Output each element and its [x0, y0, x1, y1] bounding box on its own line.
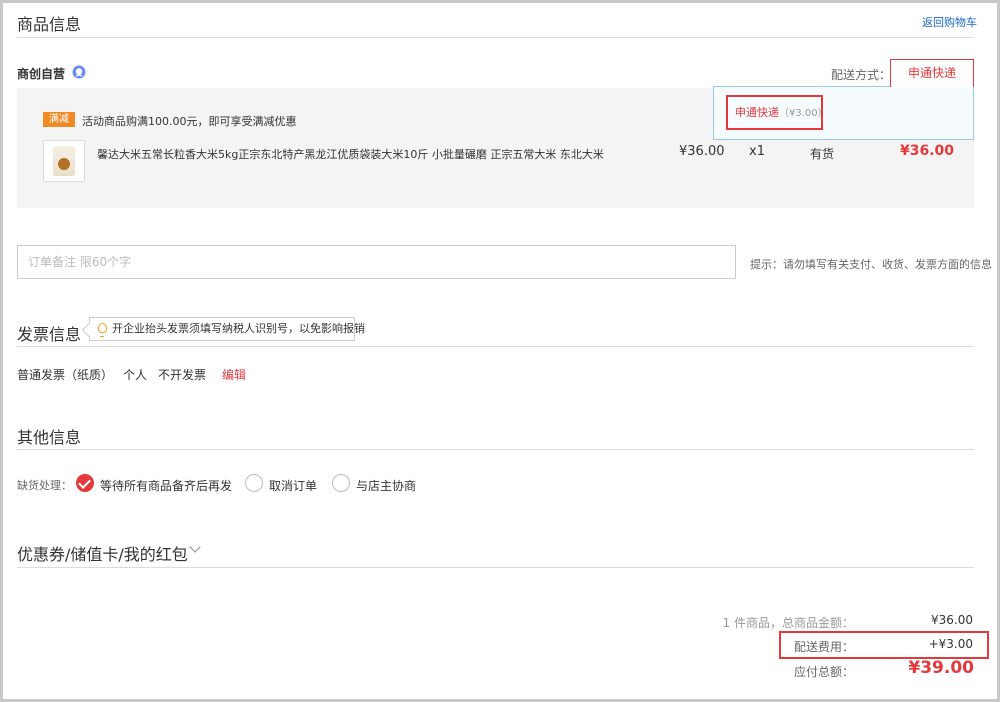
summary-total-value: ¥39.00: [908, 658, 974, 678]
stockout-option-negotiate-radio[interactable]: [332, 474, 350, 492]
coupons-toggle[interactable]: 优惠券/储值卡/我的红包: [17, 541, 188, 565]
invoice-header: 个人: [123, 368, 148, 382]
shipping-method-button[interactable]: 申通快递: [890, 59, 974, 87]
invoice-type: 普通发票（纸质）: [17, 368, 114, 382]
invoice-tip: 开企业抬头发票须填写纳税人识别号，以免影响报销: [89, 317, 365, 341]
product-title[interactable]: 馨达大米五常长粒香大米5kg正宗东北特产黑龙江优质袋装大米10斤 小批量碾磨 正…: [97, 146, 604, 162]
invoice-section-title: 发票信息: [17, 325, 82, 344]
lightbulb-icon: [98, 323, 107, 337]
divider: [17, 567, 974, 568]
divider: [17, 346, 974, 347]
stockout-option-wait-label[interactable]: 等待所有商品备齐后再发: [100, 477, 232, 494]
summary-items-label: 1 件商品，总商品金额：: [722, 616, 854, 630]
back-to-cart-link[interactable]: 返回购物车: [922, 14, 977, 30]
stockout-option-negotiate-label[interactable]: 与店主协商: [356, 477, 416, 494]
other-section-title: 其他信息: [17, 428, 82, 447]
summary-shipping-label: 配送费用：: [793, 640, 854, 654]
shipping-option-price: （¥3.00）: [779, 108, 828, 119]
invoice-edit-link[interactable]: 编辑: [222, 366, 246, 383]
stockout-label: 缺货处理：: [17, 479, 72, 492]
product-quantity: x1: [749, 144, 765, 159]
product-price: ¥36.00: [679, 144, 725, 159]
shipping-label: 配送方式：: [831, 68, 892, 82]
shipping-option[interactable]: 申通快递（¥3.00）: [726, 95, 828, 130]
invoice-content: 不开发票: [158, 368, 207, 382]
chat-icon[interactable]: [72, 65, 86, 79]
divider: [17, 449, 974, 450]
divider: [17, 37, 974, 38]
product-thumbnail[interactable]: [43, 140, 85, 182]
stockout-option-wait-radio[interactable]: [76, 474, 94, 492]
summary-items-value: ¥36.00: [931, 613, 973, 627]
summary-shipping-value: +¥3.00: [928, 637, 973, 651]
invoice-tip-text: 开企业抬头发票须填写纳税人识别号，以免影响报销: [112, 322, 365, 335]
shop-name: 商创自营: [17, 67, 66, 81]
stockout-option-cancel-label[interactable]: 取消订单: [269, 477, 317, 494]
remark-hint: 提示：请勿填写有关支付、收货、发票方面的信息: [750, 258, 992, 271]
product-subtotal: ¥36.00: [900, 143, 955, 159]
stockout-option-cancel-radio[interactable]: [245, 474, 263, 492]
shipping-option-name: 申通快递: [735, 106, 779, 119]
order-remark-input[interactable]: [17, 245, 736, 279]
summary-total-label: 应付总额：: [793, 665, 854, 679]
promo-badge: 满减: [43, 112, 75, 127]
promo-text: 活动商品购满100.00元，即可享受满减优惠: [82, 115, 297, 128]
product-stock: 有货: [810, 147, 835, 161]
goods-section-title: 商品信息: [17, 15, 82, 34]
